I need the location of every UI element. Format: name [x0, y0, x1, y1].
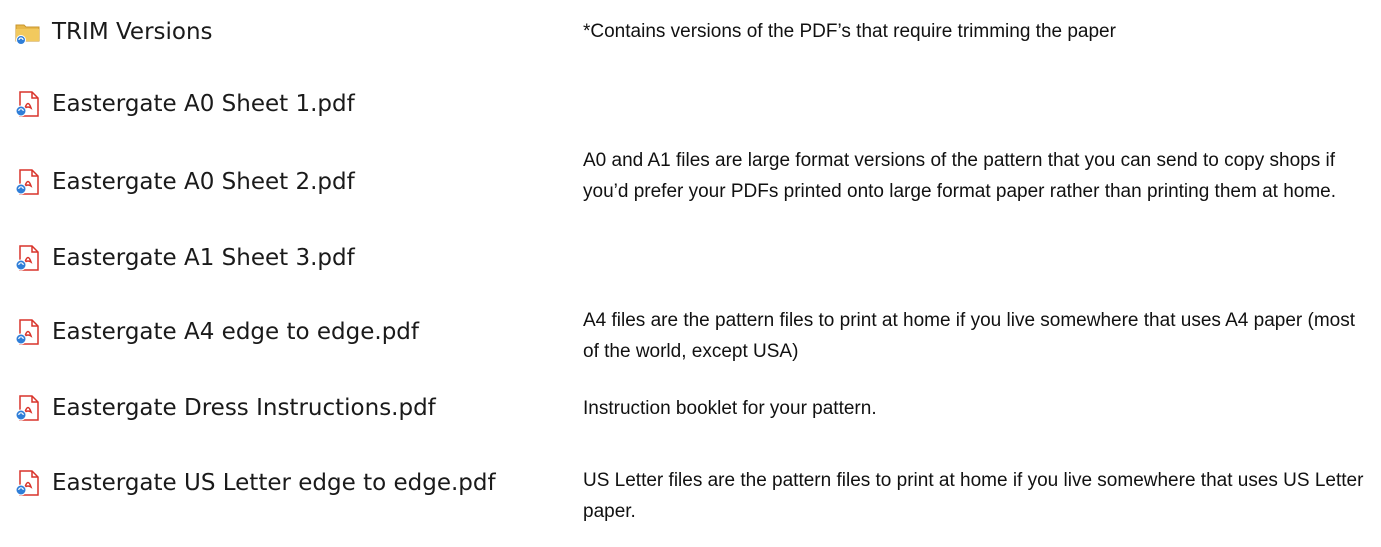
file-label: Eastergate A0 Sheet 2.pdf [52, 169, 355, 195]
description-large-format: A0 and A1 files are large format version… [583, 150, 1337, 202]
pdf-sync-icon [14, 90, 42, 118]
file-label: Eastergate A4 edge to edge.pdf [52, 319, 420, 345]
description-trim: *Contains versions of the PDF’s that req… [583, 21, 1116, 42]
pdf-sync-icon [14, 469, 42, 497]
file-row-a1-sheet-3[interactable]: Eastergate A1 Sheet 3.pdf [14, 240, 355, 276]
file-label: Eastergate US Letter edge to edge.pdf [52, 470, 496, 496]
file-row-us-letter-edge-to-edge[interactable]: Eastergate US Letter edge to edge.pdf [14, 465, 496, 501]
file-row-trim-versions[interactable]: TRIM Versions [14, 14, 213, 50]
file-row-a0-sheet-2[interactable]: Eastergate A0 Sheet 2.pdf [14, 164, 355, 200]
file-row-a0-sheet-1[interactable]: Eastergate A0 Sheet 1.pdf [14, 86, 355, 122]
pdf-sync-icon [14, 168, 42, 196]
pdf-sync-icon [14, 318, 42, 346]
folder-sync-icon [14, 18, 42, 46]
file-label: TRIM Versions [52, 19, 213, 45]
file-row-dress-instructions[interactable]: Eastergate Dress Instructions.pdf [14, 390, 436, 426]
pdf-sync-icon [14, 244, 42, 272]
description-a4: A4 files are the pattern files to print … [583, 310, 1356, 362]
pdf-sync-icon [14, 394, 42, 422]
file-row-a4-edge-to-edge[interactable]: Eastergate A4 edge to edge.pdf [14, 314, 419, 350]
file-label: Eastergate Dress Instructions.pdf [52, 395, 436, 421]
description-instructions: Instruction booklet for your pattern. [583, 398, 877, 419]
file-label: Eastergate A0 Sheet 1.pdf [52, 91, 355, 117]
description-us-letter: US Letter files are the pattern files to… [583, 470, 1364, 522]
file-label: Eastergate A1 Sheet 3.pdf [52, 245, 355, 271]
